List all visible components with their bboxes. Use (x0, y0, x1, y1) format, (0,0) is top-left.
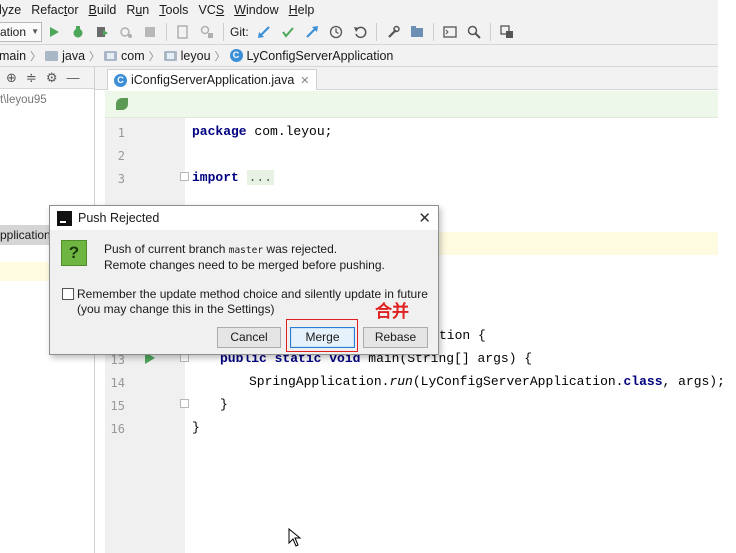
menu-run[interactable]: Run (126, 3, 154, 17)
package-icon (104, 50, 118, 61)
rollback-icon[interactable] (350, 22, 370, 42)
gear-icon[interactable]: ⚙ (46, 70, 58, 86)
line-number: 14 (110, 376, 125, 390)
code-line-14: SpringApplication.run(LyConfigServerAppl… (249, 374, 725, 389)
remember-choice-checkbox[interactable] (62, 288, 74, 300)
code-line-15: } (220, 397, 228, 412)
merge-highlight-box (286, 319, 358, 352)
code-line-partial: tion { (439, 328, 486, 343)
breadcrumb-item-java[interactable]: java 〉 (45, 48, 104, 64)
intellij-logo-icon (57, 210, 72, 226)
stop-icon[interactable] (140, 22, 160, 42)
fold-toggle-icon[interactable] (180, 172, 189, 181)
folder-icon (45, 50, 59, 61)
tasks-icon[interactable] (497, 22, 517, 42)
profile-icon[interactable] (116, 22, 136, 42)
menu-window[interactable]: Window (234, 3, 283, 17)
line-number: 2 (117, 149, 125, 163)
run-config-label: ation (0, 24, 27, 39)
mouse-cursor-icon (288, 528, 302, 547)
menu-tools[interactable]: Tools (159, 3, 193, 17)
chevron-down-icon: ▼ (31, 26, 39, 36)
toolbar-separator (375, 22, 377, 41)
line-number: 13 (110, 353, 125, 367)
spring-leaf-icon (116, 98, 128, 110)
toolbar-separator (223, 22, 224, 41)
toolbar-separator (432, 22, 434, 41)
chevron-right-icon: 〉 (214, 50, 226, 63)
menu-help[interactable]: Help (289, 3, 320, 17)
search-icon[interactable] (464, 22, 484, 42)
line-number: 3 (117, 172, 125, 186)
settings-wrench-icon[interactable] (383, 22, 403, 42)
cancel-button[interactable]: Cancel (217, 327, 281, 348)
class-icon: C (114, 73, 127, 87)
breadcrumb-item-com[interactable]: com 〉 (104, 48, 164, 64)
line-number: 15 (110, 399, 125, 413)
menu-refactor[interactable]: Refactor (31, 3, 83, 17)
chevron-right-icon: 〉 (89, 50, 101, 63)
toolbar-separator (489, 22, 491, 41)
project-structure-icon[interactable] (407, 22, 427, 42)
run-icon[interactable] (44, 22, 64, 42)
chevron-right-icon: 〉 (30, 50, 42, 63)
line-number: 16 (110, 422, 125, 436)
class-icon: C (229, 49, 243, 62)
code-line-3: import ... (192, 170, 275, 185)
push-rejected-dialog: Push Rejected ✕ ? Push of current branch… (49, 205, 439, 355)
git-commit-icon[interactable] (278, 22, 298, 42)
menu-build[interactable]: Build (89, 3, 122, 17)
run-config-select[interactable]: ation ▼ (0, 21, 42, 42)
breadcrumb-item-main[interactable]: main 〉 (0, 48, 45, 64)
git-label: Git: (230, 24, 249, 39)
close-icon[interactable]: ✕ (300, 74, 309, 87)
git-push-icon[interactable] (302, 22, 322, 42)
breadcrumb-item-leyou[interactable]: leyou 〉 (163, 48, 230, 64)
menu-vcs[interactable]: VCS (198, 3, 229, 17)
toolbar: ation ▼ Git: (0, 19, 718, 45)
hide-panel-icon[interactable]: — (66, 70, 79, 85)
dialog-message-line-1: Push of current branch master was reject… (104, 242, 338, 256)
project-panel-header: ⊕ ≑ ⚙ — (0, 67, 94, 89)
editor-tab-strip: C iConfigServerApplication.java ✕ (95, 67, 718, 90)
code-line-1: package com.leyou; (192, 124, 333, 139)
line-number: 1 (117, 126, 125, 140)
chevron-right-icon: 〉 (148, 50, 160, 63)
close-icon[interactable]: ✕ (418, 209, 431, 227)
toolbar-separator (166, 22, 167, 41)
history-icon[interactable] (326, 22, 346, 42)
tab-label: iConfigServerApplication.java (131, 73, 295, 87)
locate-target-icon[interactable]: ⊕ (6, 70, 17, 86)
spring-notification-bar (105, 91, 718, 118)
code-line-16: } (192, 420, 200, 435)
build-artifact-icon[interactable] (173, 22, 193, 42)
merge-annotation: 合并 (375, 302, 409, 322)
debug-icon[interactable] (68, 22, 88, 42)
breadcrumb: main 〉 java 〉 com 〉 leyou 〉 C LyConfigServerA… (0, 45, 718, 67)
rebase-button[interactable]: Rebase (363, 327, 428, 348)
coverage-icon[interactable] (92, 22, 112, 42)
tab-lyconfigserverapplication[interactable]: C iConfigServerApplication.java ✕ (107, 69, 317, 90)
question-icon: ? (61, 240, 87, 266)
collapse-all-icon[interactable]: ≑ (26, 70, 37, 86)
fold-toggle-icon[interactable] (180, 399, 189, 408)
search-structure-icon[interactable] (197, 22, 217, 42)
breadcrumb-item-class[interactable]: C LyConfigServerApplication (229, 49, 393, 63)
terminal-icon[interactable] (440, 22, 460, 42)
git-update-icon[interactable] (254, 22, 274, 42)
dialog-title: Push Rejected (78, 211, 160, 225)
project-root-path[interactable]: t\leyou95 (0, 94, 47, 106)
menu-bar: lyze Refactor Build Run Tools VCS Window… (0, 0, 718, 19)
dialog-message-line-2: Remote changes need to be merged before … (104, 258, 385, 272)
menu-analyze[interactable]: lyze (0, 3, 26, 17)
dialog-title-bar: Push Rejected ✕ (50, 206, 438, 230)
package-icon (163, 50, 177, 61)
